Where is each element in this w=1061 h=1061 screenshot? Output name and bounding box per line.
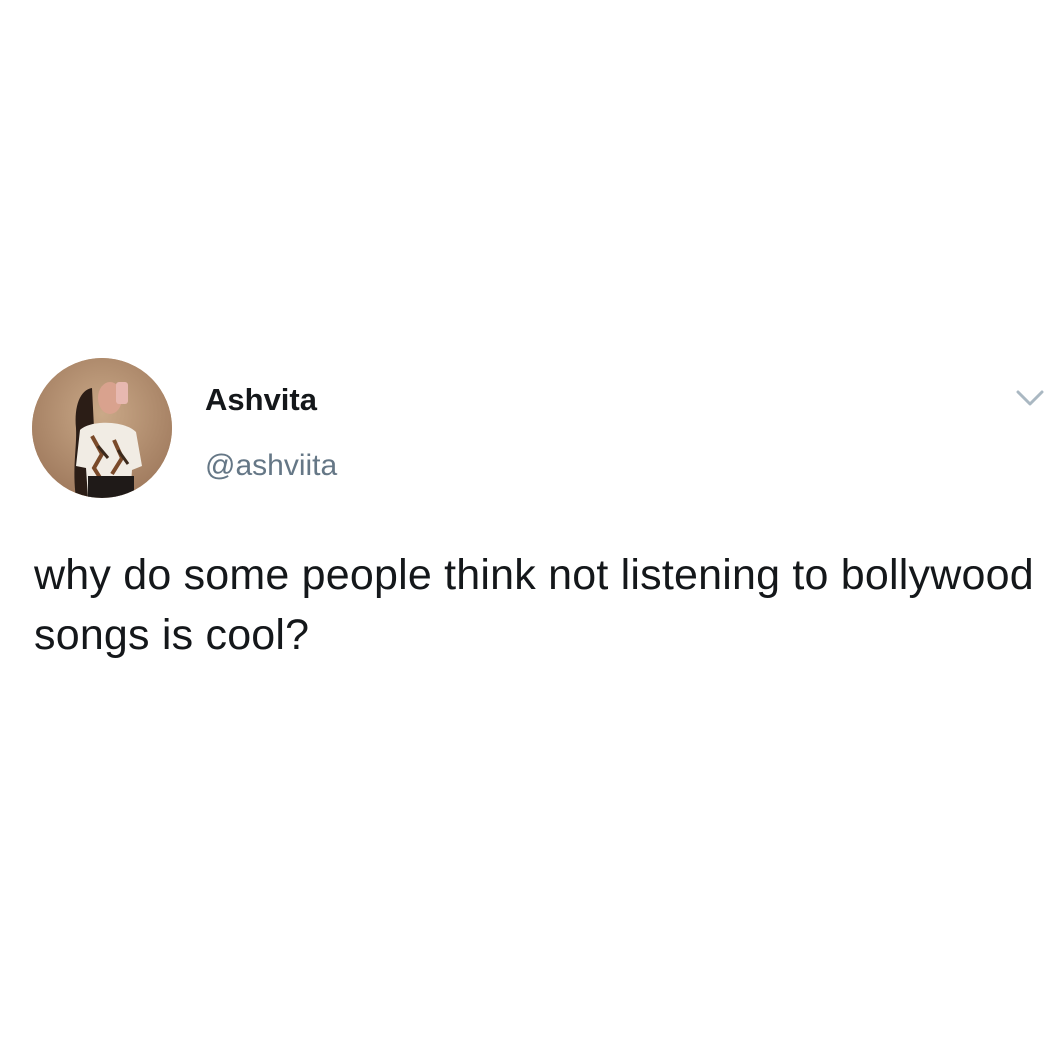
tweet-card: Ashvita @ashviita why do some people thi… [0, 0, 1061, 1061]
tweet-text: why do some people think not listening t… [34, 551, 1034, 659]
avatar[interactable] [32, 358, 172, 498]
chevron-down-icon[interactable] [1012, 382, 1048, 412]
author-handle[interactable]: @ashviita [205, 446, 337, 486]
avatar-photo [32, 358, 172, 498]
author-display-name[interactable]: Ashvita [205, 380, 317, 420]
